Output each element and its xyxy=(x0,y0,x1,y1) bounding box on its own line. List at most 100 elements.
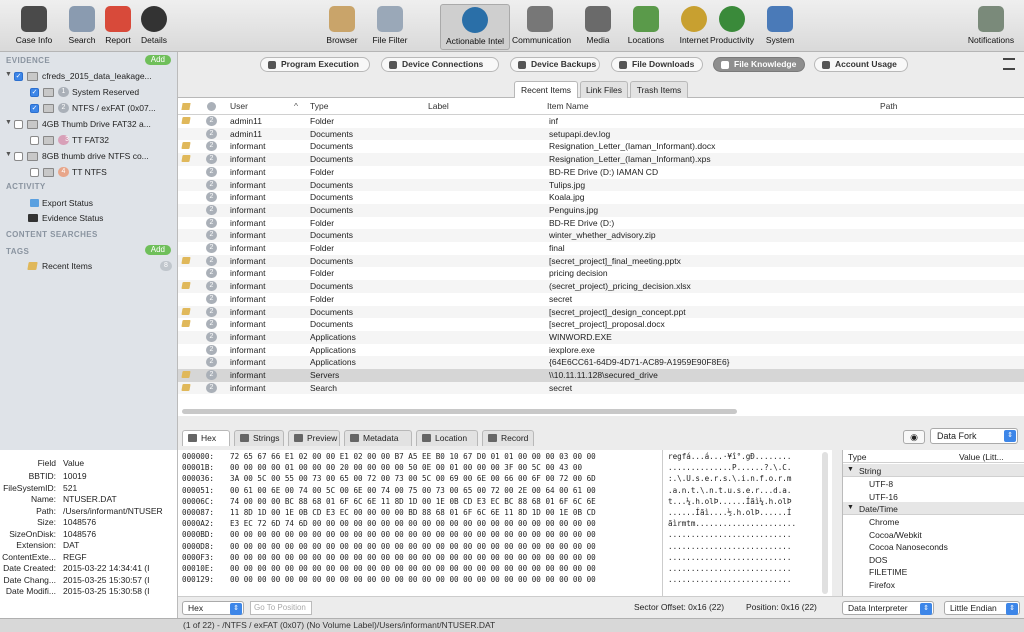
evidence-item[interactable]: ✓ 2 NTFS / exFAT (0x07... xyxy=(0,102,178,115)
table-horizontal-scrollbar[interactable] xyxy=(182,409,737,414)
evidence-checkbox[interactable]: ✓ xyxy=(30,104,39,113)
settings-sliders-icon[interactable] xyxy=(1003,58,1015,70)
table-row[interactable]: 2 informant Folder secret xyxy=(178,293,1024,306)
evidence-item[interactable]: ▼ 4GB Thumb Drive FAT32 a... xyxy=(0,118,178,131)
disclosure-triangle-icon[interactable]: ▼ xyxy=(5,151,12,158)
toolbar-notifications-button[interactable]: Notifications xyxy=(963,4,1019,50)
subtab-link-files[interactable]: Link Files xyxy=(580,81,628,98)
eye-icon[interactable]: ◉ xyxy=(903,430,925,444)
interpreter-group[interactable]: ▼ String xyxy=(843,464,1024,477)
table-row[interactable]: 2 informant Folder BD-RE Drive (D:) IAMAN C… xyxy=(178,166,1024,179)
viewer-tab-metadata[interactable]: Metadata xyxy=(344,430,412,446)
cell-user: informant xyxy=(230,230,266,241)
interpreter-row[interactable]: UTF-8 xyxy=(843,477,1024,490)
evidence-checkbox[interactable] xyxy=(14,152,23,161)
interpreter-mode-select[interactable]: Data Interpreter ⇕ xyxy=(842,601,934,615)
column-label[interactable]: Label xyxy=(428,101,449,111)
funnel-icon xyxy=(377,6,403,32)
toolbar-file-filter-button[interactable]: File Filter xyxy=(362,4,418,50)
sidebar-item-evidence-status[interactable]: Evidence Status xyxy=(0,212,178,225)
endian-select[interactable]: Little Endian ⇕ xyxy=(944,601,1020,615)
tab-file-downloads[interactable]: File Downloads xyxy=(611,57,703,72)
table-row[interactable]: 2 informant Applications {64E6CC61-64D9-4D7… xyxy=(178,356,1024,369)
table-row[interactable]: 2 informant Folder final xyxy=(178,242,1024,255)
sidebar-item-recent-items[interactable]: Recent Items 8 xyxy=(0,260,178,273)
tag-column-icon[interactable] xyxy=(181,103,191,110)
table-row[interactable]: 2 informant Servers \\10.11.11.128\secured_… xyxy=(178,369,1024,382)
table-row[interactable]: 2 admin11 Folder inf xyxy=(178,115,1024,128)
evidence-item[interactable]: ▼ ✓ cfreds_2015_data_leakage... xyxy=(0,70,178,83)
column-item-name[interactable]: Item Name xyxy=(547,101,589,111)
viewer-tab-preview[interactable]: Preview xyxy=(288,430,340,446)
table-row[interactable]: 2 informant Search secret xyxy=(178,381,1024,395)
table-row[interactable]: 2 informant Folder BD-RE Drive (D:) xyxy=(178,217,1024,230)
interpreter-group[interactable]: ▼ Date/Time xyxy=(843,502,1024,515)
toolbar-details-button[interactable]: Details xyxy=(126,4,182,50)
sidebar-item-export-status[interactable]: Export Status xyxy=(0,197,178,210)
evidence-item[interactable]: ✓ 1 System Reserved xyxy=(0,86,178,99)
table-row[interactable]: 2 informant Documents Resignation_Letter_(I… xyxy=(178,140,1024,153)
tab-device-connections[interactable]: Device Connections xyxy=(381,57,499,72)
value-header: Value xyxy=(63,458,85,468)
go-to-position-input[interactable]: Go To Position xyxy=(250,601,312,615)
subtab-recent-items[interactable]: Recent Items xyxy=(514,81,578,98)
table-row[interactable]: 2 informant Documents [secret_project]_prop… xyxy=(178,318,1024,331)
table-row[interactable]: 2 informant Documents winter_whether_adviso… xyxy=(178,229,1024,242)
interpreter-row[interactable]: UTF-16 xyxy=(843,490,1024,503)
cell-type: Documents xyxy=(310,319,353,330)
disclosure-triangle-icon[interactable]: ▼ xyxy=(5,71,12,78)
cell-item-name: secret xyxy=(549,382,573,393)
table-row[interactable]: 2 admin11 Documents setupapi.dev.log xyxy=(178,127,1024,141)
add-tag-button[interactable]: Add xyxy=(144,245,171,255)
hex-mode-select[interactable]: Hex ⇕ xyxy=(182,601,244,615)
table-row[interactable]: 2 informant Documents Penguins.jpg xyxy=(178,203,1024,217)
viewer-tab-strings[interactable]: Strings xyxy=(234,430,284,446)
interpreter-row[interactable]: Chrome xyxy=(843,515,1024,528)
data-fork-select[interactable]: Data Fork ⇕ xyxy=(930,428,1018,444)
tab-program-execution[interactable]: Program Execution xyxy=(260,57,370,72)
toolbar-actionable-intel-button[interactable]: Actionable Intel xyxy=(440,4,510,50)
count-column-icon[interactable] xyxy=(207,102,216,111)
evidence-checkbox[interactable] xyxy=(14,120,23,129)
viewer-tab-record[interactable]: Record xyxy=(482,430,534,446)
tab-account-usage[interactable]: Account Usage xyxy=(814,57,908,72)
hex-view[interactable]: 000000: 72 65 67 66 E1 02 00 00 E1 02 00 … xyxy=(178,450,832,596)
interpreter-row[interactable]: FILETIME xyxy=(843,565,1024,578)
disclosure-triangle-icon[interactable]: ▼ xyxy=(5,119,12,126)
table-row[interactable]: 2 informant Applications iexplore.exe xyxy=(178,344,1024,357)
tab-device-backups[interactable]: Device Backups xyxy=(510,57,600,72)
toolbar-system-button[interactable]: System xyxy=(752,4,808,50)
disclosure-triangle-icon[interactable]: ▼ xyxy=(847,504,854,511)
interpreter-row[interactable]: Cocoa Nanoseconds xyxy=(843,540,1024,553)
evidence-checkbox[interactable]: ✓ xyxy=(30,88,39,97)
table-row[interactable]: 2 informant Documents [secret_project]_desi… xyxy=(178,305,1024,319)
sort-ascending-icon[interactable]: ^ xyxy=(294,101,298,111)
evidence-item[interactable]: 3 TT FAT32 xyxy=(0,134,178,147)
evidence-item[interactable]: 4 TT NTFS xyxy=(0,166,178,179)
viewer-tab-location[interactable]: Location xyxy=(416,430,478,446)
table-row[interactable]: 2 informant Applications WINWORD.EXE xyxy=(178,330,1024,344)
column-type[interactable]: Type xyxy=(310,101,328,111)
evidence-checkbox[interactable] xyxy=(30,136,39,145)
interpreter-row[interactable]: Firefox xyxy=(843,578,1024,591)
table-row[interactable]: 2 informant Documents [secret_project]_fina… xyxy=(178,254,1024,268)
evidence-checkbox[interactable]: ✓ xyxy=(14,72,23,81)
evidence-item[interactable]: ▼ 8GB thumb drive NTFS co... xyxy=(0,150,178,163)
add-evidence-button[interactable]: Add xyxy=(144,55,171,65)
evidence-checkbox[interactable] xyxy=(30,168,39,177)
table-row[interactable]: 2 informant Documents Koala.jpg xyxy=(178,191,1024,204)
subtab-trash-items[interactable]: Trash Items xyxy=(630,81,688,98)
interpreter-row[interactable]: DOS xyxy=(843,553,1024,566)
interpreter-row[interactable]: Cocoa/Webkit xyxy=(843,528,1024,541)
hex-vertical-scrollbar[interactable] xyxy=(822,452,828,594)
table-row[interactable]: 2 informant Documents Resignation_Letter_(I… xyxy=(178,153,1024,166)
table-row[interactable]: 2 informant Folder pricing decision xyxy=(178,267,1024,280)
disclosure-triangle-icon[interactable]: ▼ xyxy=(847,466,854,473)
toolbar-communication-button[interactable]: Communication xyxy=(512,4,571,50)
column-user[interactable]: User xyxy=(230,101,248,111)
table-row[interactable]: 2 informant Documents Tulips.jpg xyxy=(178,178,1024,192)
table-row[interactable]: 2 informant Documents (secret_project)_pric… xyxy=(178,280,1024,293)
tab-file-knowledge[interactable]: File Knowledge xyxy=(713,57,805,72)
column-path[interactable]: Path xyxy=(880,101,898,111)
viewer-tab-hex[interactable]: Hex xyxy=(182,430,230,446)
